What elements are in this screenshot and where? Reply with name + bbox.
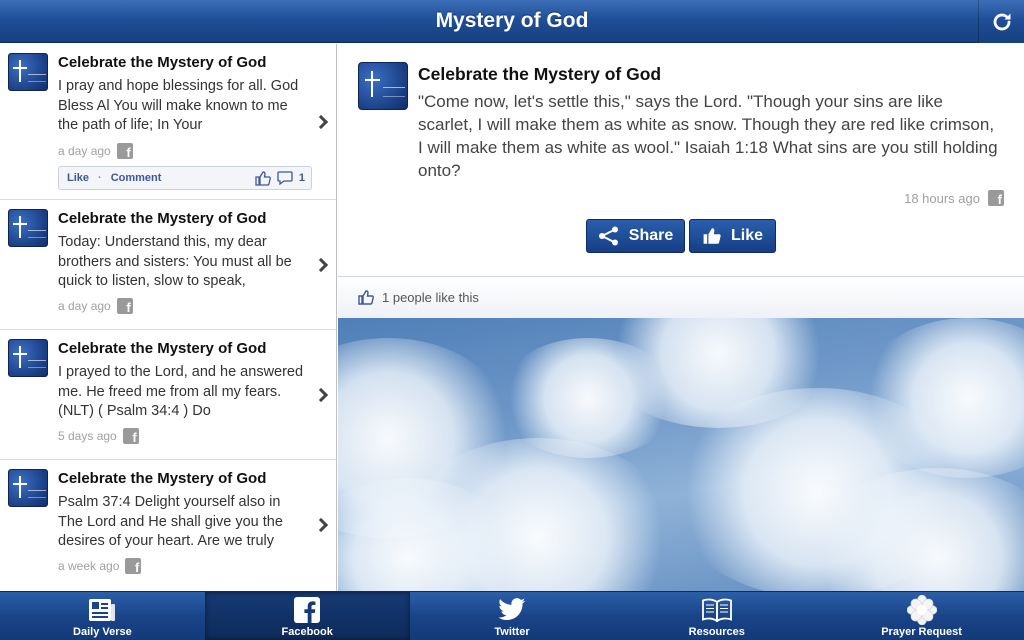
tab-prayer-request[interactable]: Prayer Request (819, 592, 1024, 640)
chevron-right-icon (313, 114, 329, 130)
tab-label: Resources (688, 626, 745, 638)
post-excerpt: I prayed to the Lord, and he answered me… (58, 364, 304, 419)
post-timestamp: a day ago f (58, 143, 133, 160)
facebook-icon (294, 597, 321, 623)
share-icon (598, 226, 618, 246)
list-item[interactable]: Celebrate the Mystery of God Psalm 37:4 … (0, 460, 336, 591)
thumbs-up-icon (703, 228, 721, 244)
tab-resources[interactable]: Resources (614, 592, 819, 640)
post-thumbnail (8, 209, 48, 247)
share-button[interactable]: Share (586, 219, 685, 253)
chevron-right-icon (313, 387, 329, 403)
tab-facebook[interactable]: Facebook (204, 592, 410, 640)
chevron-right-icon (313, 257, 329, 273)
post-excerpt: I pray and hope blessings for all. God B… (58, 78, 299, 133)
detail-timestamp: 18 hours ago f (904, 190, 1004, 207)
tab-label: Twitter (494, 626, 530, 638)
likes-summary: 1 people like this (338, 276, 1024, 318)
open-book-icon (701, 598, 732, 622)
like-link[interactable]: Like (67, 172, 89, 184)
post-title: Celebrate the Mystery of God (58, 210, 267, 227)
post-list: Celebrate the Mystery of God I pray and … (0, 44, 337, 591)
page-title: Mystery of God (435, 9, 589, 32)
comment-bubble-icon (277, 171, 293, 185)
sky-background-image (338, 318, 1024, 591)
tab-daily-verse[interactable]: Daily Verse (0, 592, 205, 640)
list-item[interactable]: Celebrate the Mystery of God I pray and … (0, 44, 336, 200)
post-thumbnail (8, 339, 48, 377)
tab-bar: Daily Verse Facebook Twitter Resources P… (0, 591, 1024, 640)
post-thumbnail (8, 469, 48, 507)
tab-label: Prayer Request (881, 626, 962, 638)
like-comment-bar: Like · Comment 1 (58, 166, 312, 190)
detail-body: "Come now, let's settle this," says the … (418, 92, 998, 180)
header-bar: Mystery of God (0, 0, 1024, 43)
facebook-icon: f (125, 558, 142, 574)
thumbs-up-icon (358, 290, 374, 305)
list-item[interactable]: Celebrate the Mystery of God I prayed to… (0, 330, 336, 460)
newspaper-icon (89, 599, 116, 621)
post-title: Celebrate the Mystery of God (58, 470, 267, 487)
like-button[interactable]: Like (689, 219, 776, 253)
post-title: Celebrate the Mystery of God (58, 340, 267, 357)
comment-link[interactable]: Comment (111, 172, 162, 184)
comment-count: 1 (298, 172, 305, 184)
list-item[interactable]: Celebrate the Mystery of God Today: Unde… (0, 200, 336, 330)
detail-title: Celebrate the Mystery of God (418, 64, 662, 84)
post-detail: Celebrate the Mystery of God "Come now, … (338, 44, 1024, 276)
refresh-icon (993, 13, 1010, 30)
post-excerpt: Today: Understand this, my dear brothers… (58, 234, 292, 289)
facebook-icon: f (116, 298, 133, 314)
facebook-icon: f (116, 143, 133, 159)
post-thumbnail (8, 53, 48, 91)
twitter-bird-icon (498, 598, 526, 620)
flower-icon (906, 595, 937, 625)
post-timestamp: a week ago f (58, 558, 142, 575)
post-thumbnail (358, 62, 408, 110)
post-timestamp: a day ago f (58, 298, 133, 315)
tab-twitter[interactable]: Twitter (410, 592, 615, 640)
facebook-icon: f (122, 428, 139, 444)
thumbs-up-icon (255, 170, 271, 186)
post-timestamp: 5 days ago f (58, 428, 139, 445)
post-title: Celebrate the Mystery of God (58, 54, 267, 71)
tab-label: Facebook (281, 626, 333, 638)
chevron-right-icon (313, 517, 329, 533)
post-excerpt: Psalm 37:4 Delight yourself also in The … (58, 494, 283, 549)
refresh-button[interactable] (978, 0, 1024, 43)
facebook-icon: f (988, 190, 1004, 206)
tab-label: Daily Verse (73, 626, 132, 638)
